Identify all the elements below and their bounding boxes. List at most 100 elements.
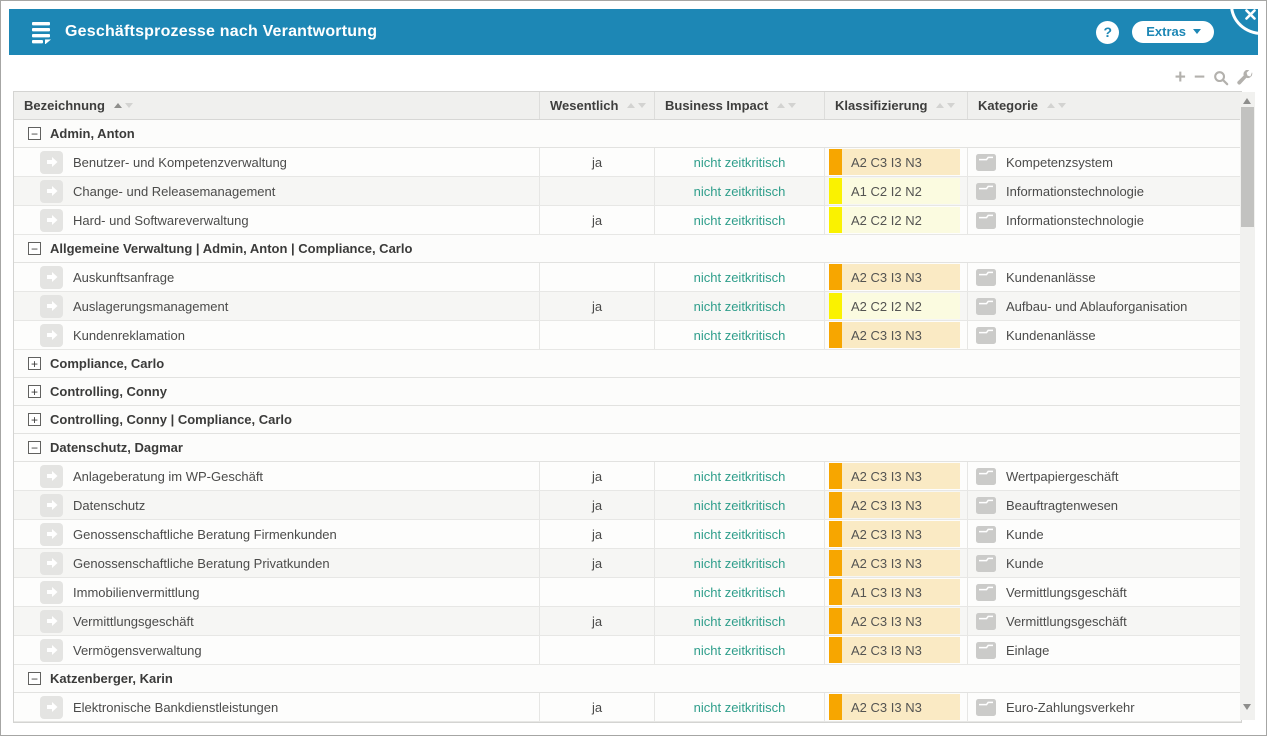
extras-button[interactable]: Extras: [1132, 21, 1214, 43]
group-row[interactable]: −Katzenberger, Karin: [14, 665, 1241, 693]
klass-color-bar: [829, 550, 842, 576]
process-name[interactable]: Auskunftsanfrage: [73, 270, 174, 285]
sort-icons[interactable]: [777, 103, 796, 108]
table-row[interactable]: Immobilienvermittlungnicht zeitkritischA…: [14, 578, 1241, 607]
table-header-row: Bezeichnung Wesentlich Business Impact K…: [14, 92, 1241, 120]
process-arrow-icon[interactable]: [40, 523, 63, 546]
add-icon[interactable]: +: [1175, 71, 1186, 85]
table-row[interactable]: Hard- und Softwareverwaltungjanicht zeit…: [14, 206, 1241, 235]
folder-icon: [976, 327, 996, 344]
table-row[interactable]: Benutzer- und Kompetenzverwaltungjanicht…: [14, 148, 1241, 177]
process-name[interactable]: Genossenschaftliche Beratung Privatkunde…: [73, 556, 330, 571]
cell-wesentlich: ja: [539, 520, 654, 548]
process-table: Bezeichnung Wesentlich Business Impact K…: [13, 91, 1242, 723]
process-name[interactable]: Vermögensverwaltung: [73, 643, 202, 658]
column-header-business-impact[interactable]: Business Impact: [654, 92, 824, 119]
cell-wesentlich: ja: [539, 292, 654, 320]
cell-business-impact: nicht zeitkritisch: [654, 462, 824, 490]
expand-group-icon[interactable]: +: [28, 413, 41, 426]
expand-group-icon[interactable]: +: [28, 385, 41, 398]
klass-code: A2 C3 I3 N3: [842, 637, 960, 663]
vertical-scrollbar[interactable]: [1240, 92, 1255, 720]
table-row[interactable]: Genossenschaftliche Beratung Firmenkunde…: [14, 520, 1241, 549]
process-name[interactable]: Datenschutz: [73, 498, 145, 513]
group-label: Controlling, Conny: [50, 384, 167, 399]
klass-color-bar: [829, 264, 842, 290]
cell-bezeichnung: Genossenschaftliche Beratung Firmenkunde…: [14, 520, 539, 548]
column-header-klassifizierung[interactable]: Klassifizierung: [824, 92, 967, 119]
klass-code: A2 C3 I3 N3: [842, 264, 960, 290]
group-row[interactable]: −Admin, Anton: [14, 120, 1241, 148]
process-name[interactable]: Immobilienvermittlung: [73, 585, 199, 600]
expand-group-icon[interactable]: +: [28, 357, 41, 370]
column-header-kategorie[interactable]: Kategorie: [967, 92, 1241, 119]
process-name[interactable]: Hard- und Softwareverwaltung: [73, 213, 249, 228]
table-row[interactable]: Vermögensverwaltungnicht zeitkritischA2 …: [14, 636, 1241, 665]
process-name[interactable]: Benutzer- und Kompetenzverwaltung: [73, 155, 287, 170]
klass-color-bar: [829, 637, 842, 663]
column-header-wesentlich[interactable]: Wesentlich: [539, 92, 654, 119]
report-document-icon: [31, 21, 52, 44]
kategorie-label: Vermittlungsgeschäft: [1006, 585, 1127, 600]
process-arrow-icon[interactable]: [40, 180, 63, 203]
process-arrow-icon[interactable]: [40, 324, 63, 347]
table-row[interactable]: Datenschutzjanicht zeitkritischA2 C3 I3 …: [14, 491, 1241, 520]
help-button[interactable]: ?: [1096, 21, 1119, 44]
table-row[interactable]: Vermittlungsgeschäftjanicht zeitkritisch…: [14, 607, 1241, 636]
collapse-group-icon[interactable]: −: [28, 441, 41, 454]
collapse-group-icon[interactable]: −: [28, 242, 41, 255]
search-icon[interactable]: [1213, 70, 1229, 86]
process-arrow-icon[interactable]: [40, 610, 63, 633]
process-name[interactable]: Kundenreklamation: [73, 328, 185, 343]
cell-wesentlich: ja: [539, 607, 654, 635]
group-label: Katzenberger, Karin: [50, 671, 173, 686]
table-row[interactable]: Kundenreklamationnicht zeitkritischA2 C3…: [14, 321, 1241, 350]
process-arrow-icon[interactable]: [40, 494, 63, 517]
sort-icons[interactable]: [1047, 103, 1066, 108]
process-arrow-icon[interactable]: [40, 696, 63, 719]
scroll-up-icon[interactable]: [1243, 98, 1251, 104]
group-row[interactable]: +Compliance, Carlo: [14, 350, 1241, 378]
process-arrow-icon[interactable]: [40, 295, 63, 318]
process-arrow-icon[interactable]: [40, 639, 63, 662]
process-name[interactable]: Change- und Releasemanagement: [73, 184, 275, 199]
table-row[interactable]: Anlageberatung im WP-Geschäftjanicht zei…: [14, 462, 1241, 491]
scrollbar-thumb[interactable]: [1241, 107, 1254, 227]
process-name[interactable]: Anlageberatung im WP-Geschäft: [73, 469, 263, 484]
table-row[interactable]: Genossenschaftliche Beratung Privatkunde…: [14, 549, 1241, 578]
table-row[interactable]: Elektronische Bankdienstleistungenjanich…: [14, 693, 1241, 722]
group-row[interactable]: −Datenschutz, Dagmar: [14, 434, 1241, 462]
group-row[interactable]: + Controlling, Conny: [14, 378, 1241, 406]
process-name[interactable]: Elektronische Bankdienstleistungen: [73, 700, 278, 715]
process-arrow-icon[interactable]: [40, 465, 63, 488]
cell-wesentlich: [539, 321, 654, 349]
group-row[interactable]: +Controlling, Conny | Compliance, Carlo: [14, 406, 1241, 434]
table-row[interactable]: Auslagerungsmanagementjanicht zeitkritis…: [14, 292, 1241, 321]
kategorie-label: Wertpapiergeschäft: [1006, 469, 1119, 484]
column-label: Kategorie: [978, 98, 1038, 113]
kategorie-label: Aufbau- und Ablauforganisation: [1006, 299, 1187, 314]
collapse-group-icon[interactable]: −: [28, 672, 41, 685]
process-name[interactable]: Auslagerungsmanagement: [73, 299, 228, 314]
folder-icon: [976, 183, 996, 200]
sort-icons[interactable]: [936, 103, 955, 108]
cell-business-impact: nicht zeitkritisch: [654, 148, 824, 176]
process-name[interactable]: Genossenschaftliche Beratung Firmenkunde…: [73, 527, 337, 542]
process-arrow-icon[interactable]: [40, 581, 63, 604]
scroll-down-icon[interactable]: [1243, 704, 1251, 710]
process-arrow-icon[interactable]: [40, 552, 63, 575]
process-name[interactable]: Vermittlungsgeschäft: [73, 614, 194, 629]
collapse-group-icon[interactable]: −: [28, 127, 41, 140]
process-arrow-icon[interactable]: [40, 209, 63, 232]
sort-icons[interactable]: [627, 103, 646, 108]
table-row[interactable]: Auskunftsanfragenicht zeitkritischA2 C3 …: [14, 263, 1241, 292]
group-row[interactable]: −Allgemeine Verwaltung | Admin, Anton | …: [14, 235, 1241, 263]
wrench-icon[interactable]: [1237, 70, 1253, 86]
table-row[interactable]: Change- und Releasemanagementnicht zeitk…: [14, 177, 1241, 206]
process-arrow-icon[interactable]: [40, 151, 63, 174]
sort-icons[interactable]: [114, 103, 133, 108]
process-arrow-icon[interactable]: [40, 266, 63, 289]
column-header-bezeichnung[interactable]: Bezeichnung: [14, 92, 539, 119]
folder-icon: [976, 613, 996, 630]
remove-icon[interactable]: −: [1194, 71, 1205, 85]
